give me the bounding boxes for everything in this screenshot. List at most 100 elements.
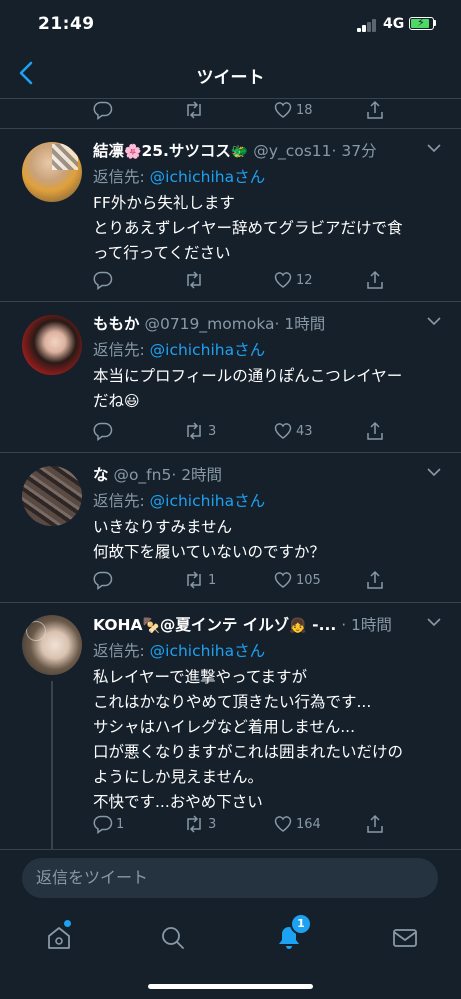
share-button[interactable] (365, 269, 385, 291)
mention-link[interactable]: @ichichihaさん (150, 492, 265, 510)
person-emoji-icon: 👧 (289, 618, 307, 634)
like-count: 43 (296, 423, 313, 439)
tweet-text: いきなりすみません 何故下を履いていないのですか？ (93, 518, 326, 561)
heart-icon (274, 102, 292, 118)
display-name-suffix[interactable]: @夏インテ イルゾ (160, 616, 289, 634)
reply-count: 1 (116, 816, 125, 832)
like-button[interactable]: 164 (273, 813, 321, 835)
like-button[interactable]: 105 (273, 569, 321, 591)
display-name[interactable]: 結凛 (93, 142, 124, 160)
retweet-icon (187, 101, 201, 119)
retweet-count: 1 (208, 572, 217, 588)
avatar[interactable] (22, 466, 82, 526)
avatar[interactable] (22, 615, 82, 675)
heart-icon (274, 423, 292, 439)
tab-bar: 1 (0, 909, 461, 999)
retweet-button[interactable] (183, 269, 205, 291)
tab-notifications[interactable]: 1 (274, 913, 312, 953)
mail-icon (393, 929, 417, 947)
status-bar: 21:49 4G ⚡ (0, 0, 461, 50)
handle[interactable]: @y_cos11 (253, 142, 331, 160)
reply-input[interactable]: 返信をツイート (22, 858, 438, 898)
share-button[interactable] (365, 569, 385, 591)
reply-button[interactable] (93, 420, 113, 442)
like-count: 164 (296, 816, 321, 832)
retweet-button[interactable]: 1 (183, 569, 216, 591)
reply-icon (93, 815, 113, 834)
like-count: 12 (296, 272, 313, 288)
reply-button[interactable] (93, 269, 113, 291)
reply-button[interactable] (93, 99, 113, 121)
share-icon (367, 100, 383, 119)
reply-button[interactable] (93, 569, 113, 591)
mention-link[interactable]: @ichichihaさん (150, 341, 265, 359)
avatar[interactable] (22, 142, 82, 202)
tweet-header: な @o_fn5· 2時間 (93, 463, 421, 487)
tweet-header: KOHA🍢@夏インテ イルゾ👧 -... · 1時間 (93, 613, 421, 637)
display-name[interactable]: KOHA (93, 616, 142, 634)
share-icon (367, 421, 383, 440)
retweet-button[interactable]: 3 (183, 813, 216, 835)
timestamp: · 37分 (331, 142, 377, 160)
reply-to-line: 返信先: @ichichihaさん (93, 642, 266, 660)
tweet-text: FF外から失礼します とりあえずレイヤー辞めてグラビアだけで食 って行ってください (93, 194, 403, 262)
new-content-dot (64, 920, 71, 927)
reply-composer: 返信をツイート (0, 849, 461, 910)
timestamp: · 1時間 (274, 315, 326, 333)
tab-search[interactable] (158, 923, 188, 953)
share-button[interactable] (365, 99, 385, 121)
retweet-button[interactable]: 3 (183, 420, 216, 442)
mention-link[interactable]: @ichichihaさん (150, 642, 265, 660)
chevron-down-icon[interactable] (427, 316, 441, 326)
reply-to-line: 返信先: @ichichihaさん (93, 341, 266, 359)
tweet[interactable]: ももか @0719_momoka· 1時間 返信先: @ichichihaさん … (0, 302, 461, 453)
reply-button[interactable]: 1 (93, 813, 124, 835)
tab-messages[interactable] (390, 923, 420, 953)
home-icon (48, 927, 70, 949)
chevron-down-icon[interactable] (427, 467, 441, 477)
tweet-text: 本当にプロフィールの通りぽんこつレイヤー だね😃 (93, 364, 441, 414)
oden-emoji-icon: 🍢 (142, 618, 160, 634)
display-name-tail[interactable]: -... (307, 616, 336, 634)
like-button[interactable]: 43 (273, 420, 313, 442)
heart-icon (274, 272, 292, 288)
status-time: 21:49 (38, 14, 95, 34)
display-name-suffix[interactable]: 25.サツコス (141, 142, 230, 160)
thread-line (51, 681, 53, 849)
battery-icon: ⚡ (409, 16, 434, 30)
tweet-header: ももか @0719_momoka· 1時間 (93, 312, 421, 336)
retweet-icon (187, 815, 201, 833)
network-type: 4G (383, 16, 405, 32)
retweet-icon (187, 571, 201, 589)
handle[interactable]: @0719_momoka (144, 315, 274, 333)
dragon-emoji-icon: 🐲 (230, 144, 249, 160)
retweet-count: 3 (208, 816, 217, 832)
display-name[interactable]: ももか (93, 315, 140, 333)
share-button[interactable] (365, 813, 385, 835)
mention-link[interactable]: @ichichihaさん (150, 168, 265, 186)
battery-cap (434, 20, 436, 26)
grinning-emoji-icon: 😃 (124, 392, 140, 410)
retweet-button[interactable] (183, 99, 205, 121)
share-button[interactable] (365, 420, 385, 442)
chevron-down-icon[interactable] (427, 143, 441, 153)
reply-icon (93, 271, 113, 290)
reply-feed[interactable]: 18 結凛🌸25.サツコス🐲 @y_cos11· 37分 返信先: @ichic… (0, 99, 461, 849)
notification-badge: 1 (290, 913, 312, 935)
tab-home[interactable] (44, 920, 74, 953)
tweet[interactable]: 結凛🌸25.サツコス🐲 @y_cos11· 37分 返信先: @ichichih… (0, 129, 461, 302)
like-button[interactable]: 12 (273, 269, 313, 291)
reply-icon (93, 571, 113, 590)
retweet-icon (187, 271, 201, 289)
share-icon (367, 270, 383, 289)
like-button[interactable]: 18 (273, 99, 313, 121)
display-name[interactable]: な (93, 466, 109, 484)
avatar[interactable] (22, 315, 82, 375)
handle[interactable]: @o_fn5 (113, 466, 171, 484)
tweet[interactable]: な @o_fn5· 2時間 返信先: @ichichihaさん いきなりすみませ… (0, 453, 461, 603)
tweet[interactable]: KOHA🍢@夏インテ イルゾ👧 -... · 1時間 返信先: @ichichi… (0, 603, 461, 849)
tweet-header: 結凛🌸25.サツコス🐲 @y_cos11· 37分 (93, 139, 421, 163)
tweet-text: 私レイヤーで進撃やってますが これはかなりやめて頂きたい行為です... サシャはハイ… (93, 668, 404, 811)
chevron-down-icon[interactable] (427, 617, 441, 627)
share-icon (367, 814, 383, 833)
